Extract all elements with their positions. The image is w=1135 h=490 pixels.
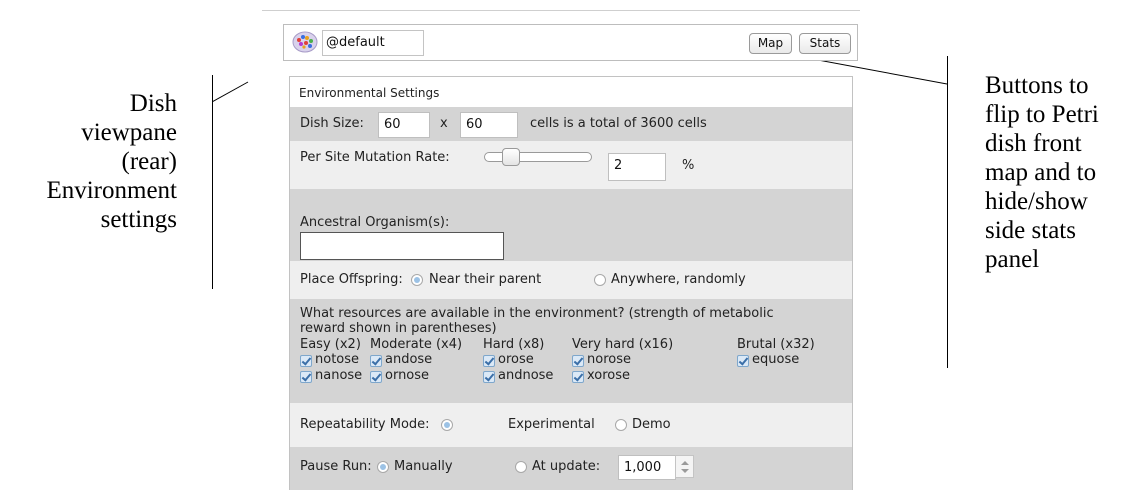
dish-size-times: x xyxy=(440,116,448,131)
resource-notose-checkbox[interactable] xyxy=(300,355,312,367)
pause-at-update-label: At update: xyxy=(532,459,601,474)
mutation-rate-unit: % xyxy=(682,158,695,173)
resource-group-header: Brutal (x32) xyxy=(737,337,815,352)
resources-question: What resources are available in the envi… xyxy=(300,306,774,321)
repeatability-experimental-radio[interactable] xyxy=(441,419,453,431)
offspring-near-radio[interactable] xyxy=(411,274,423,286)
environmental-settings-panel: Environmental Settings Dish Size: 60 x 6… xyxy=(289,76,853,490)
annotation-bracket-left xyxy=(212,75,213,289)
annotation-line: side stats xyxy=(985,217,1076,244)
offspring-anywhere-label: Anywhere, randomly xyxy=(611,272,746,287)
dish-size-row: Dish Size: 60 x 60 cells is a total of 3… xyxy=(290,107,852,141)
dish-header-bar: @default Map Stats xyxy=(283,24,858,61)
annotation-line: Environment xyxy=(46,177,177,204)
pause-run-label: Pause Run: xyxy=(300,459,372,474)
annotation-line: hide/show xyxy=(985,188,1088,215)
repeatability-experimental-label: Experimental xyxy=(508,417,595,432)
annotation-line: Buttons to xyxy=(985,72,1089,99)
place-offspring-label: Place Offspring: xyxy=(300,272,403,287)
resource-orose-checkbox[interactable] xyxy=(483,355,495,367)
resource-andose-checkbox[interactable] xyxy=(370,355,382,367)
resource-label: xorose xyxy=(587,368,631,383)
resource-xorose-checkbox[interactable] xyxy=(572,371,584,383)
resource-group-header: Very hard (x16) xyxy=(572,337,674,352)
map-button[interactable]: Map xyxy=(749,33,792,54)
mutation-rate-field[interactable]: 2 xyxy=(608,153,666,181)
pause-manually-radio[interactable] xyxy=(377,461,389,473)
resource-equose-checkbox[interactable] xyxy=(737,355,749,367)
repeatability-label: Repeatability Mode: xyxy=(300,417,430,432)
resource-norose-checkbox[interactable] xyxy=(572,355,584,367)
annotation-line: dish front xyxy=(985,130,1082,157)
resource-label: andose xyxy=(385,352,433,367)
resources-question-cont: reward shown in parentheses) xyxy=(300,321,497,336)
annotation-line: flip to Petri xyxy=(985,101,1099,128)
annotation-buttons: Buttons to flip to Petri dish front map … xyxy=(985,71,1135,274)
resource-label: norose xyxy=(587,352,631,367)
resource-group-header: Moderate (x4) xyxy=(370,337,463,352)
resource-label: ornose xyxy=(385,368,430,383)
repeatability-row: Repeatability Mode: Experimental Demo xyxy=(290,403,852,447)
annotation-line: settings xyxy=(100,206,177,233)
top-divider xyxy=(262,10,860,11)
annotation-line: viewpane xyxy=(81,119,177,146)
stats-button[interactable]: Stats xyxy=(799,33,851,54)
mutation-rate-row: Per Site Mutation Rate: 2 % xyxy=(290,141,852,189)
mutation-rate-slider[interactable] xyxy=(484,152,592,162)
pause-run-row: Pause Run: Manually At update: 1,000 xyxy=(290,447,852,490)
dish-width-field[interactable]: 60 xyxy=(378,112,430,138)
resource-label: andnose xyxy=(498,368,554,383)
resource-group-header: Hard (x8) xyxy=(483,337,545,352)
annotation-line: Dish xyxy=(129,90,177,117)
annotation-dish-viewpane: Dish viewpane (rear) Environment setting… xyxy=(0,89,177,234)
spinner-down-icon[interactable] xyxy=(681,469,689,473)
dish-height-field[interactable]: 60 xyxy=(460,112,518,138)
ancestral-organism-label: Ancestral Organism(s): xyxy=(300,215,450,230)
dish-size-label: Dish Size: xyxy=(300,116,364,131)
resource-label: nanose xyxy=(315,368,363,383)
pause-manually-label: Manually xyxy=(394,459,453,474)
resource-label: notose xyxy=(315,352,360,367)
resource-label: equose xyxy=(752,352,800,367)
resources-row: What resources are available in the envi… xyxy=(290,299,852,403)
pause-update-field[interactable]: 1,000 xyxy=(618,455,676,480)
resource-andnose-checkbox[interactable] xyxy=(483,371,495,383)
annotation-bracket-right xyxy=(947,56,948,368)
resource-ornose-checkbox[interactable] xyxy=(370,371,382,383)
annotation-line: (rear) xyxy=(121,148,178,175)
annotation-line: panel xyxy=(985,246,1040,273)
avida-logo-icon xyxy=(292,31,318,53)
mutation-rate-slider-handle[interactable] xyxy=(502,148,520,166)
panel-title: Environmental Settings xyxy=(299,86,440,100)
pause-at-update-radio[interactable] xyxy=(515,461,527,473)
ancestral-organism-drop-area[interactable] xyxy=(300,232,504,260)
update-spinner[interactable] xyxy=(675,455,694,478)
annotation-pointer-left xyxy=(212,81,249,103)
place-offspring-row: Place Offspring: Near their parent Anywh… xyxy=(290,261,852,299)
resource-nanose-checkbox[interactable] xyxy=(300,371,312,383)
offspring-near-label: Near their parent xyxy=(429,272,542,287)
resource-group-header: Easy (x2) xyxy=(300,337,361,352)
repeatability-demo-radio[interactable] xyxy=(615,419,627,431)
repeatability-demo-label: Demo xyxy=(632,417,671,432)
spinner-up-icon[interactable] xyxy=(681,461,689,465)
annotation-line: map and to xyxy=(985,159,1097,186)
offspring-anywhere-radio[interactable] xyxy=(594,274,606,286)
ancestral-organism-row: Ancestral Organism(s): xyxy=(290,189,852,261)
mutation-rate-label: Per Site Mutation Rate: xyxy=(300,150,450,165)
resource-label: orose xyxy=(498,352,534,367)
organism-name-field[interactable]: @default xyxy=(322,30,424,56)
dish-size-summary: cells is a total of 3600 cells xyxy=(530,116,707,131)
